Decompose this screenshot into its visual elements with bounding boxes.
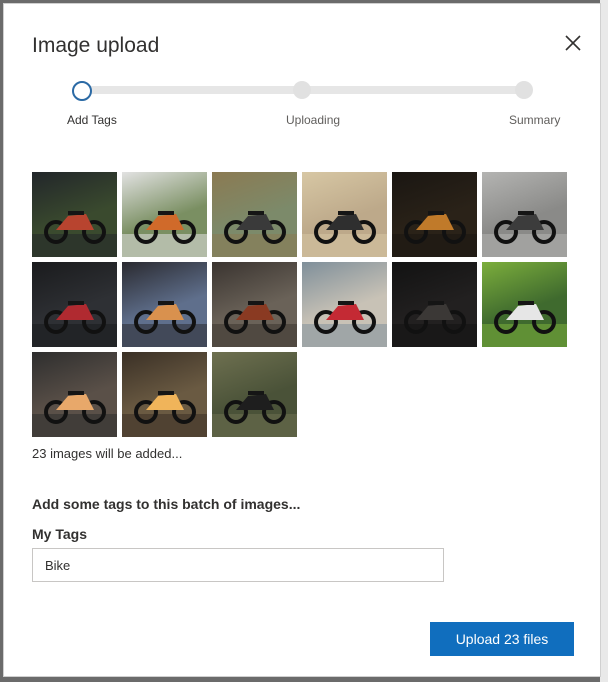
motorcycle-photo <box>392 301 477 347</box>
image-count-text: 23 images will be added... <box>32 446 183 461</box>
motorcycle-photo <box>122 211 207 257</box>
my-tags-label: My Tags <box>32 526 87 542</box>
thumbnail-4[interactable] <box>302 172 387 257</box>
motorcycle-photo <box>212 301 297 347</box>
thumbnail-7[interactable] <box>32 262 117 347</box>
motorcycle-photo <box>302 211 387 257</box>
step-dot-add-tags <box>72 81 92 101</box>
thumbnail-11[interactable] <box>392 262 477 347</box>
step-label-add-tags: Add Tags <box>67 113 117 127</box>
thumbnail-3[interactable] <box>212 172 297 257</box>
thumbnail-9[interactable] <box>212 262 297 347</box>
motorcycle-photo <box>482 301 567 347</box>
thumbnail-2[interactable] <box>122 172 207 257</box>
motorcycle-photo <box>32 301 117 347</box>
dialog-title: Image upload <box>32 34 160 57</box>
step-dot-uploading <box>293 81 311 99</box>
motorcycle-photo <box>212 391 297 437</box>
background-page-edge <box>600 0 608 682</box>
motorcycle-photo <box>32 391 117 437</box>
thumbnail-10[interactable] <box>302 262 387 347</box>
thumbnail-5[interactable] <box>392 172 477 257</box>
step-label-summary: Summary <box>509 113 561 127</box>
tags-heading: Add some tags to this batch of images... <box>32 496 301 512</box>
tags-input[interactable] <box>32 548 444 582</box>
thumbnail-15[interactable] <box>212 352 297 437</box>
thumbnail-14[interactable] <box>122 352 207 437</box>
thumbnail-12[interactable] <box>482 262 567 347</box>
motorcycle-photo <box>122 391 207 437</box>
close-icon[interactable] <box>560 30 586 56</box>
thumbnail-13[interactable] <box>32 352 117 437</box>
motorcycle-photo <box>392 211 477 257</box>
motorcycle-photo <box>32 211 117 257</box>
progress-stepper: Add Tags Uploading Summary <box>4 78 600 138</box>
upload-button[interactable]: Upload 23 files <box>430 622 574 656</box>
motorcycle-photo <box>302 301 387 347</box>
thumbnail-8[interactable] <box>122 262 207 347</box>
step-label-uploading: Uploading <box>286 113 341 127</box>
motorcycle-photo <box>212 211 297 257</box>
motorcycle-photo <box>482 211 567 257</box>
step-dot-summary <box>515 81 533 99</box>
image-upload-dialog: Image upload Add Tags Uploading Summary … <box>4 4 600 676</box>
thumbnail-1[interactable] <box>32 172 117 257</box>
thumbnail-6[interactable] <box>482 172 567 257</box>
thumbnail-grid <box>32 172 572 437</box>
motorcycle-photo <box>122 301 207 347</box>
